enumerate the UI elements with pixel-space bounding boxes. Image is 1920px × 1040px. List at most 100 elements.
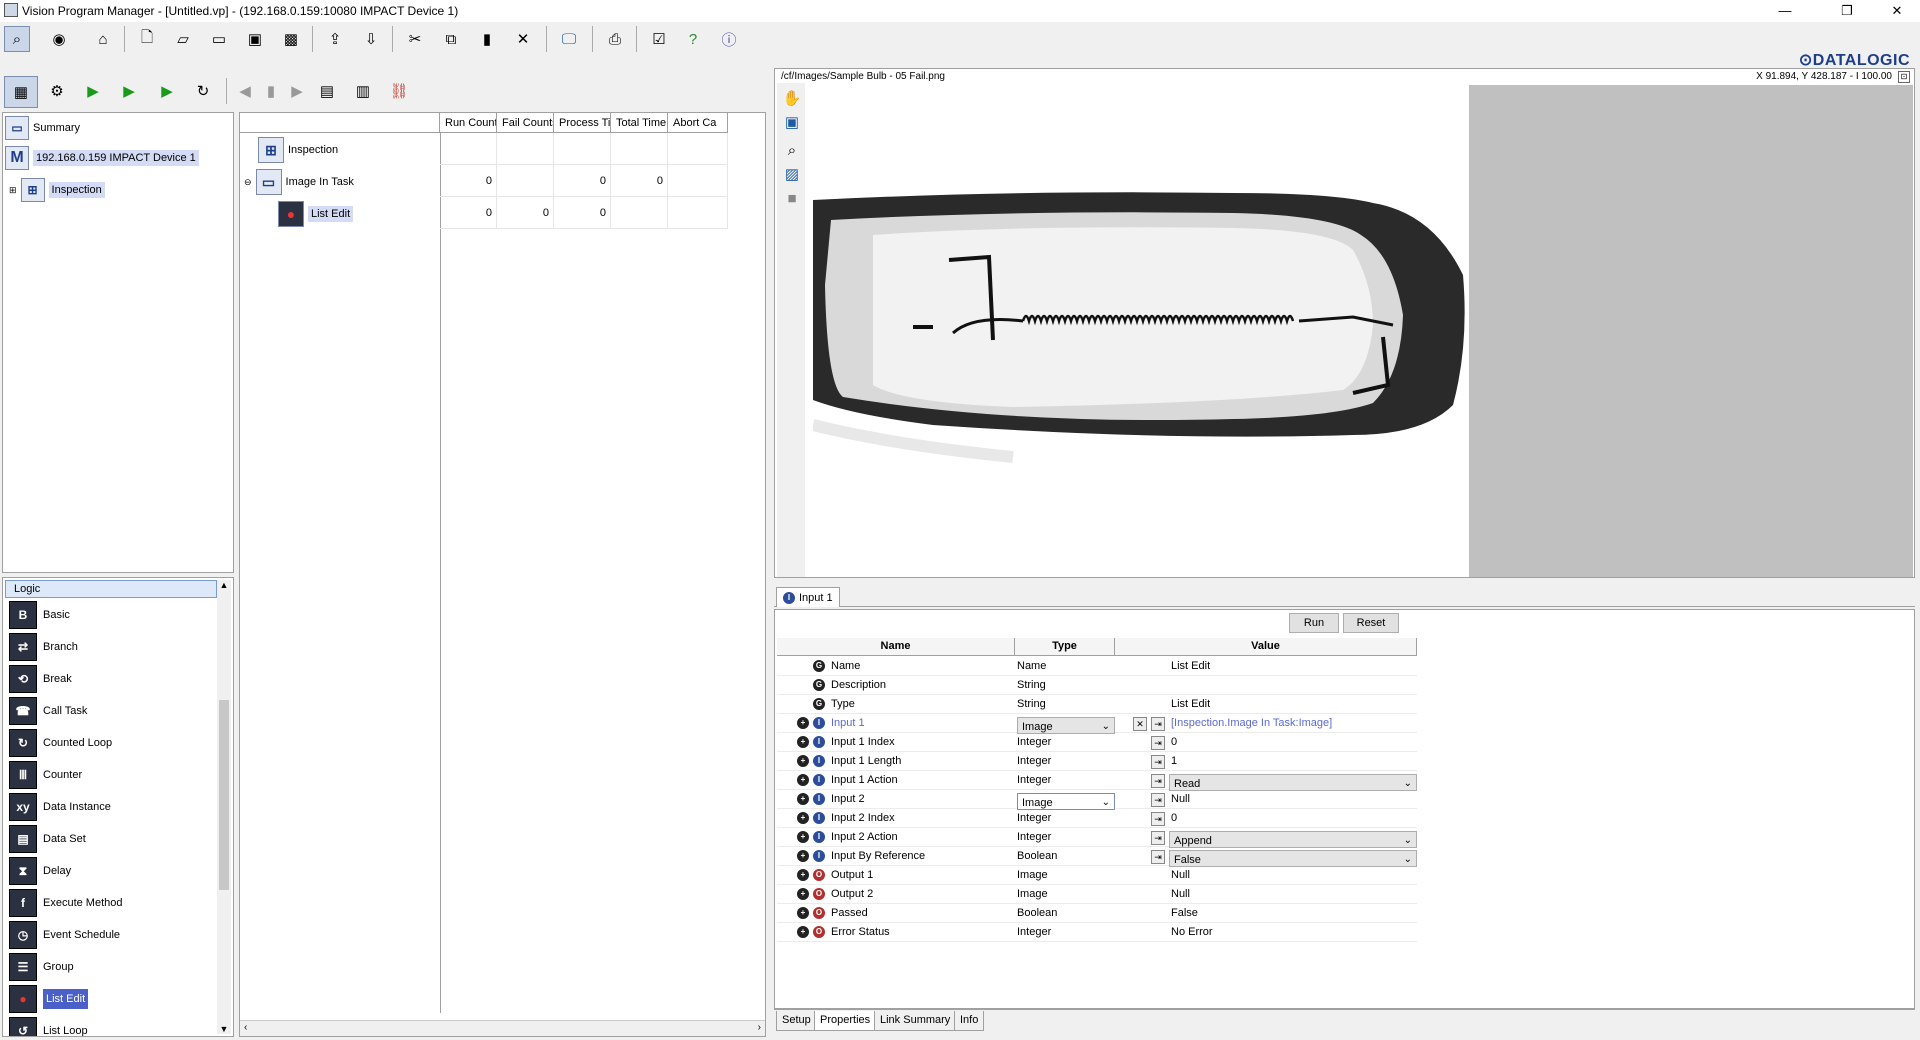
- property-row[interactable]: + I Input 2 Action Integer ⇥ Append ⌄: [777, 828, 1417, 848]
- expand-icon[interactable]: +: [797, 755, 809, 767]
- upload-icon[interactable]: ⇪: [322, 26, 348, 52]
- open-icon[interactable]: ▱: [170, 26, 196, 52]
- palette-header[interactable]: Logic: [5, 580, 217, 598]
- delete-icon[interactable]: ✕: [510, 26, 536, 52]
- property-row[interactable]: G Type String List Edit: [777, 695, 1417, 714]
- new-icon[interactable]: 🗋: [134, 26, 160, 52]
- minimize-button[interactable]: —: [1762, 0, 1808, 22]
- reset-button[interactable]: Reset: [1343, 613, 1399, 633]
- logic-item[interactable]: B Basic: [9, 600, 70, 630]
- next-icon[interactable]: ▶: [284, 78, 310, 104]
- property-row[interactable]: + I Input 2 Index Integer ⇥ 0: [777, 809, 1417, 828]
- logic-item[interactable]: ↺ List Loop: [9, 1016, 88, 1036]
- about-icon[interactable]: ⓘ: [716, 26, 742, 52]
- property-row[interactable]: + O Output 1 Image Null: [777, 866, 1417, 885]
- logic-item[interactable]: ● List Edit: [9, 984, 89, 1014]
- expand-icon[interactable]: +: [797, 926, 809, 938]
- help-icon[interactable]: ?: [680, 26, 706, 52]
- link-icon[interactable]: ⇥: [1151, 812, 1165, 826]
- grid-column-header[interactable]: Fail Counts: [497, 113, 554, 133]
- tree-item-inspection[interactable]: ⊞ ⊞ Inspection: [9, 175, 105, 205]
- overlay-icon[interactable]: ▣: [779, 109, 805, 135]
- logic-item[interactable]: ☎ Call Task: [9, 696, 87, 726]
- image-icon[interactable]: ▨: [779, 161, 805, 187]
- grid-row-inspection[interactable]: ⊞ Inspection: [258, 135, 338, 165]
- link-icon[interactable]: ⇥: [1151, 717, 1165, 731]
- tab-info[interactable]: Info: [954, 1011, 985, 1031]
- monitor-mode-icon[interactable]: ▦: [4, 76, 38, 108]
- checklist-icon[interactable]: ☑: [646, 26, 672, 52]
- expand-icon[interactable]: +: [797, 869, 809, 881]
- tree-item-summary[interactable]: ▭ Summary: [5, 113, 80, 143]
- link-icon[interactable]: ⛓: [386, 78, 412, 104]
- logic-item[interactable]: xy Data Instance: [9, 792, 111, 822]
- grayscale-icon[interactable]: ■: [779, 185, 805, 211]
- grid-column-header[interactable]: Run Counts: [440, 113, 497, 133]
- tab-input-1[interactable]: I Input 1: [776, 587, 840, 607]
- property-row[interactable]: + O Passed Boolean False: [777, 904, 1417, 923]
- stack-icon[interactable]: ▤: [314, 78, 340, 104]
- expand-icon[interactable]: +: [797, 831, 809, 843]
- prev-icon[interactable]: ◀: [232, 78, 258, 104]
- value-dropdown[interactable]: False ⌄: [1169, 850, 1417, 867]
- pause-icon[interactable]: ▮: [258, 78, 284, 104]
- collapse-icon[interactable]: ⊖: [244, 177, 252, 188]
- pin-icon[interactable]: ⊡: [1898, 71, 1910, 83]
- type-dropdown[interactable]: Image ⌄: [1017, 717, 1115, 734]
- record-icon[interactable]: ◉: [46, 26, 72, 52]
- property-row[interactable]: + O Error Status Integer No Error: [777, 923, 1417, 942]
- logic-item[interactable]: ⇄ Branch: [9, 632, 78, 662]
- grid-column-header[interactable]: Process Ti...: [554, 113, 611, 133]
- scroll-right-icon[interactable]: ›: [758, 1022, 761, 1033]
- link-icon[interactable]: ⇥: [1151, 736, 1165, 750]
- grid-hscrollbar[interactable]: ‹ ›: [240, 1020, 765, 1036]
- palette-scrollbar[interactable]: ▲ ▼: [217, 580, 231, 1034]
- expand-icon[interactable]: +: [797, 717, 809, 729]
- print-icon[interactable]: ⎙: [602, 26, 628, 52]
- run-once-icon[interactable]: ▶: [116, 78, 142, 104]
- expand-icon[interactable]: +: [797, 774, 809, 786]
- settings-icon[interactable]: ⚙: [44, 78, 70, 104]
- image-canvas[interactable]: [811, 85, 1913, 577]
- property-row[interactable]: + I Input By Reference Boolean ⇥ False ⌄: [777, 847, 1417, 867]
- counter-reset-icon[interactable]: ▥: [350, 78, 376, 104]
- expand-icon[interactable]: +: [797, 907, 809, 919]
- logic-item[interactable]: ↻ Counted Loop: [9, 728, 112, 758]
- magnifier-icon[interactable]: ⌕: [4, 26, 30, 52]
- monitor-icon[interactable]: 🖵: [556, 26, 582, 52]
- zoom-icon[interactable]: ⌕: [779, 137, 805, 163]
- tab-setup[interactable]: Setup: [776, 1011, 817, 1031]
- property-row[interactable]: + I Input 1 Length Integer ⇥ 1: [777, 752, 1417, 771]
- property-row[interactable]: + I Input 1 Action Integer ⇥ Read ⌄: [777, 771, 1417, 791]
- property-row[interactable]: G Description String: [777, 676, 1417, 695]
- grid-column-header[interactable]: Total Time: [611, 113, 668, 133]
- logic-item[interactable]: ⟲ Break: [9, 664, 72, 694]
- scroll-thumb[interactable]: [219, 700, 229, 890]
- property-row[interactable]: G Name Name List Edit: [777, 657, 1417, 676]
- logic-item[interactable]: ◷ Event Schedule: [9, 920, 120, 950]
- property-row[interactable]: + O Output 2 Image Null: [777, 885, 1417, 904]
- type-dropdown[interactable]: Image ⌄: [1017, 793, 1115, 810]
- expand-icon[interactable]: ⊞: [9, 185, 17, 196]
- link-icon[interactable]: ⇥: [1151, 831, 1165, 845]
- link-icon[interactable]: ⇥: [1151, 793, 1165, 807]
- tree-item-device[interactable]: M 192.168.0.159 IMPACT Device 1: [5, 143, 199, 173]
- save-all-icon[interactable]: ▩: [278, 26, 304, 52]
- grid-row-image-in-task[interactable]: ⊖ ▭ Image In Task: [244, 167, 354, 197]
- download-icon[interactable]: ⇩: [358, 26, 384, 52]
- link-icon[interactable]: ⇥: [1151, 850, 1165, 864]
- step-icon[interactable]: ▶: [154, 78, 180, 104]
- close-button[interactable]: ✕: [1874, 0, 1920, 22]
- property-row[interactable]: + I Input 2 Image ⌄ ⇥ Null: [777, 790, 1417, 810]
- scroll-up-icon[interactable]: ▲: [217, 580, 231, 590]
- grid-row-list-edit[interactable]: ● List Edit: [278, 199, 354, 229]
- tab-link-summary[interactable]: Link Summary: [874, 1011, 957, 1031]
- cut-icon[interactable]: ✂: [402, 26, 428, 52]
- expand-icon[interactable]: +: [797, 888, 809, 900]
- loop-icon[interactable]: ↻: [190, 78, 216, 104]
- logic-item[interactable]: ▤ Data Set: [9, 824, 86, 854]
- logic-item[interactable]: Ⅲ Counter: [9, 760, 82, 790]
- value-dropdown[interactable]: Append ⌄: [1169, 831, 1417, 848]
- restore-button[interactable]: ❐: [1824, 0, 1870, 22]
- expand-icon[interactable]: +: [797, 793, 809, 805]
